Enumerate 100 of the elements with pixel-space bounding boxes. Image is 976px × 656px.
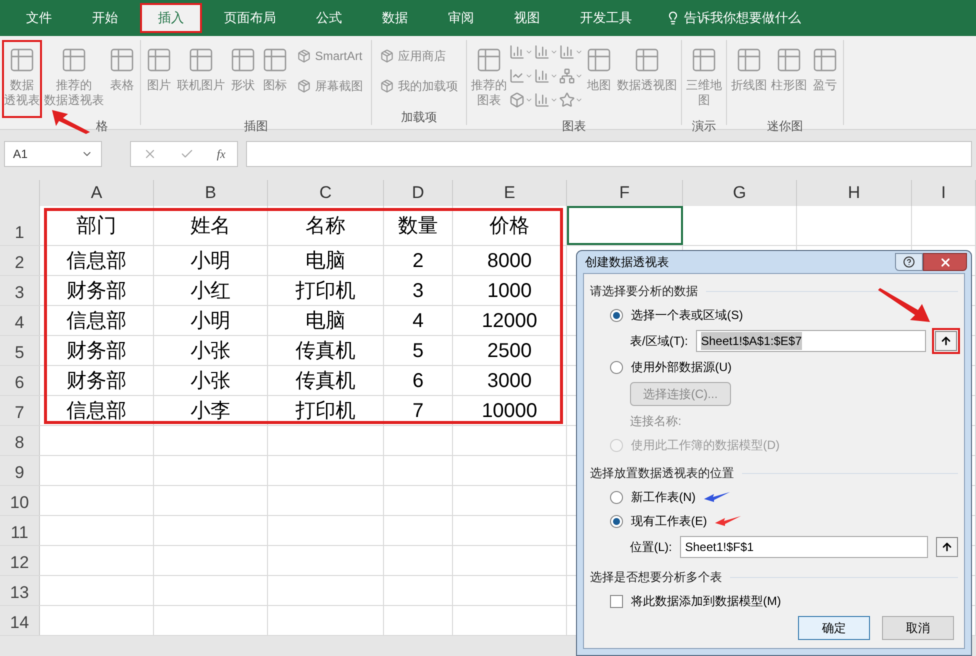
menu-tab[interactable]: 文件 [8, 3, 70, 33]
table-cell-text: 小红 [190, 278, 230, 304]
name-box[interactable]: A1 [4, 141, 102, 167]
caret-icon [575, 48, 583, 56]
table-cell-text: 财务部 [66, 368, 126, 394]
chart-type-button[interactable] [534, 68, 558, 84]
row-header[interactable]: 12 [0, 546, 40, 575]
radio-button[interactable] [610, 360, 623, 374]
annotation-arrow [878, 288, 930, 324]
row-header[interactable]: 1 [0, 206, 40, 245]
function-label[interactable]: fx [216, 145, 226, 163]
radio-button[interactable] [610, 490, 623, 504]
menu-tab[interactable]: 页面布局 [206, 3, 294, 33]
ribbon-icon [145, 46, 173, 74]
table-cell-text: 6 [412, 368, 424, 394]
chart-type-button[interactable] [534, 44, 558, 60]
help-button[interactable] [895, 253, 923, 271]
chart-type-button[interactable] [509, 92, 533, 108]
row-header[interactable]: 3 [0, 276, 40, 305]
chart-type-button[interactable] [509, 68, 533, 84]
caret-icon [550, 72, 558, 80]
row-header[interactable]: 10 [0, 486, 40, 515]
table-cell-text: 电脑 [306, 248, 346, 274]
radio-button[interactable] [610, 308, 623, 322]
row-header[interactable]: 5 [0, 336, 40, 365]
chart-type-button[interactable] [559, 44, 583, 60]
chart-icon [559, 44, 575, 60]
chart-type-button[interactable] [559, 92, 583, 108]
chart-type-button[interactable] [509, 44, 533, 60]
table-cell-text: 小明 [190, 308, 230, 334]
close-button[interactable] [923, 253, 967, 271]
table-cell-text: 2500 [487, 338, 532, 364]
radio-button[interactable] [610, 514, 623, 528]
caret-icon [550, 48, 558, 56]
radio-label: 使用此工作簿的数据模型(D) [631, 437, 780, 454]
range-field[interactable]: Sheet1!$A$1:$E$7 [696, 330, 926, 352]
row-header[interactable]: 2 [0, 246, 40, 275]
cancel-button[interactable]: 取消 [882, 616, 954, 640]
ribbon-icon [261, 46, 289, 74]
ribbon-icon [811, 46, 839, 74]
chart-icon [509, 44, 525, 60]
ribbon-group-label: 演示 [692, 118, 716, 134]
annotation-arrow [715, 516, 741, 526]
table-cell-text: 传真机 [296, 368, 356, 394]
collapse-dialog-button[interactable] [936, 537, 958, 557]
ribbon-icon [633, 46, 661, 74]
ribbon-icon [229, 46, 257, 74]
ribbon-icon [297, 79, 311, 93]
arrow-up-icon [940, 335, 952, 347]
column-header[interactable]: F [567, 180, 683, 206]
row-header[interactable]: 14 [0, 606, 40, 635]
chart-icon [509, 68, 525, 84]
checkbox[interactable] [610, 594, 623, 608]
chart-icon [534, 68, 550, 84]
menu-tab[interactable]: 数据 [364, 3, 426, 33]
row-header[interactable]: 13 [0, 576, 40, 605]
ribbon-icon [690, 46, 718, 74]
ok-button[interactable]: 确定 [798, 616, 870, 640]
radio-label: 选择一个表或区域(S) [631, 307, 743, 324]
table-cell-text: 名称 [306, 214, 346, 238]
chart-type-button[interactable] [534, 92, 558, 108]
tell-me-field[interactable]: 告诉我你想要做什么 [684, 8, 801, 28]
menu-tab[interactable]: 插入 [140, 3, 202, 33]
formula-field[interactable] [246, 141, 972, 167]
arrow-up-icon [941, 541, 953, 553]
table-cell-text: 信息部 [66, 248, 126, 274]
ribbon-group-label: 加载项 [401, 109, 437, 125]
ribbon-icon [297, 49, 311, 63]
table-cell-text: 小张 [190, 338, 230, 364]
chart-type-button[interactable] [559, 68, 583, 84]
collapse-dialog-button[interactable] [935, 331, 957, 351]
ribbon-icon [8, 46, 36, 74]
menu-tab[interactable]: 视图 [496, 3, 558, 33]
chart-icon [509, 92, 525, 108]
ribbon-icon [380, 79, 394, 93]
table-cell-text: 8000 [487, 248, 532, 274]
lightbulb-icon [666, 11, 680, 25]
row-header[interactable]: 4 [0, 306, 40, 335]
row-header[interactable]: 7 [0, 396, 40, 425]
table-cell-text: 12000 [482, 308, 538, 334]
menu-tab[interactable]: 审阅 [430, 3, 492, 33]
caret-icon [525, 72, 533, 80]
table-cell-text: 价格 [490, 214, 530, 238]
caret-icon [525, 48, 533, 56]
menu-tab[interactable]: 开始 [74, 3, 136, 33]
row-header[interactable]: 11 [0, 516, 40, 545]
help-icon [903, 256, 915, 268]
table-cell-text: 5 [412, 338, 424, 364]
menu-tab[interactable]: 公式 [298, 3, 360, 33]
table-cell-text: 信息部 [66, 308, 126, 334]
menu-tab[interactable]: 开发工具 [562, 3, 650, 33]
row-header[interactable]: 9 [0, 456, 40, 485]
row-header[interactable]: 6 [0, 366, 40, 395]
location-field[interactable]: Sheet1!$F$1 [680, 536, 928, 558]
active-cell[interactable] [567, 206, 683, 245]
dialog-title: 创建数据透视表 [585, 254, 669, 271]
row-header[interactable]: 8 [0, 426, 40, 455]
table-cell-text: 传真机 [296, 338, 356, 364]
caret-icon [550, 96, 558, 104]
table-cell-text: 打印机 [296, 398, 356, 424]
